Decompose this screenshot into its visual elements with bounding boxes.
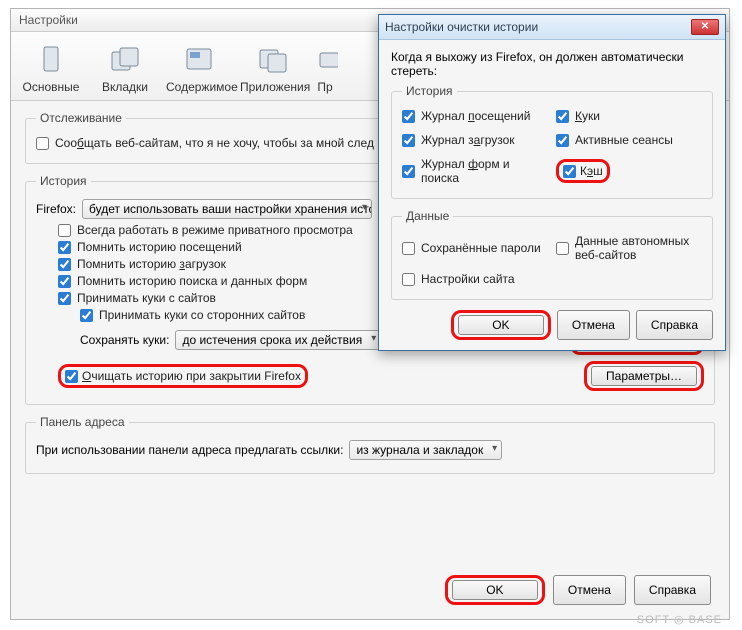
dialog-help-button[interactable]: Справка (636, 310, 713, 340)
tab-general[interactable]: Основные (15, 38, 87, 100)
cb-offline[interactable] (556, 242, 569, 255)
cb-passwords[interactable] (402, 242, 415, 255)
highlight-main-ok: OK (445, 575, 545, 605)
private-mode-label: Всегда работать в режиме приватного прос… (77, 223, 353, 237)
remember-forms-checkbox[interactable] (58, 275, 71, 288)
history-legend: История (36, 174, 91, 188)
watermark: SOFT ◎ BASE (637, 613, 722, 626)
thirdparty-cookies-checkbox[interactable] (80, 309, 93, 322)
clear-settings-button[interactable]: Параметры… (591, 366, 697, 386)
highlight-clear-on-close: Очищать историю при закрытии Firefox (58, 364, 308, 388)
tab-label: Основные (18, 80, 84, 94)
tab-content[interactable]: Содержимое (163, 38, 235, 100)
tab-label: Пр (314, 80, 336, 94)
highlight-dialog-ok: OK (451, 310, 551, 340)
tab-apps[interactable]: Приложения (237, 38, 309, 100)
tab-label: Вкладки (92, 80, 158, 94)
privacy-icon (314, 43, 339, 75)
main-footer-buttons: OK Отмена Справка (445, 575, 711, 605)
do-not-track-checkbox[interactable] (36, 137, 49, 150)
main-ok-button[interactable]: OK (452, 580, 538, 600)
clear-on-close-label: Очищать историю при закрытии Firefox (82, 369, 301, 383)
dialog-intro: Когда я выхожу из Firefox, он должен авт… (391, 50, 713, 78)
thirdparty-cookies-label: Принимать куки со сторонних сайтов (99, 308, 305, 322)
remember-visits-checkbox[interactable] (58, 241, 71, 254)
apps-icon (257, 43, 289, 75)
clear-on-close-checkbox[interactable] (65, 370, 78, 383)
cb-sessions[interactable] (556, 134, 569, 147)
tabs-icon (109, 43, 141, 75)
highlight-params-btn: Параметры… (584, 361, 704, 391)
cb-forms[interactable] (402, 165, 415, 178)
cb-downloads[interactable] (402, 134, 415, 147)
remember-visits-label: Помнить историю посещений (77, 240, 242, 254)
highlight-cache: Кэш (556, 159, 610, 183)
dialog-buttons: OK Отмена Справка (391, 310, 713, 340)
dialog-body: Когда я выхожу из Firefox, он должен авт… (379, 40, 725, 350)
lbl-siteprefs: Настройки сайта (421, 272, 515, 286)
cb-visits[interactable] (402, 110, 415, 123)
dialog-titlebar: Настройки очистки истории ✕ (379, 15, 725, 40)
history-mode-select[interactable]: будет использовать ваши настройки хранен… (82, 199, 372, 219)
cb-cache[interactable] (563, 165, 576, 178)
lbl-downloads: Журнал загрузок (421, 133, 515, 147)
suggest-select[interactable]: из журнала и закладок (349, 440, 502, 460)
lbl-passwords: Сохранённые пароли (421, 241, 541, 255)
content-icon (183, 43, 215, 75)
dialog-title-text: Настройки очистки истории (385, 20, 538, 34)
close-icon[interactable]: ✕ (691, 19, 719, 35)
remember-downloads-label: Помнить историю загрузок (77, 257, 226, 271)
remember-forms-label: Помнить историю поиска и данных форм (77, 274, 307, 288)
lbl-offline: Данные автономных веб-сайтов (575, 234, 702, 262)
dialog-history-group: История Журнал посещений Куки Журнал заг… (391, 84, 713, 199)
cb-cookies[interactable] (556, 110, 569, 123)
do-not-track-label: Сообщать веб-сайтам, что я не хочу, чтоб… (55, 136, 374, 150)
lbl-cookies: Куки (575, 109, 600, 123)
suggest-label: При использовании панели адреса предлага… (36, 443, 343, 457)
tab-tabs[interactable]: Вкладки (89, 38, 161, 100)
tab-privacy-cut[interactable]: Пр (311, 38, 339, 100)
lbl-cache: Кэш (580, 164, 603, 178)
tracking-legend: Отслеживание (36, 111, 126, 125)
keep-cookies-select[interactable]: до истечения срока их действия (175, 330, 381, 350)
addressbar-legend: Панель адреса (36, 415, 129, 429)
remember-downloads-checkbox[interactable] (58, 258, 71, 271)
main-cancel-button[interactable]: Отмена (553, 575, 626, 605)
dialog-ok-button[interactable]: OK (458, 315, 544, 335)
addressbar-group: Панель адреса При использовании панели а… (25, 415, 715, 474)
tab-label: Содержимое (166, 80, 232, 94)
general-icon (35, 43, 67, 75)
main-help-button[interactable]: Справка (634, 575, 711, 605)
dialog-data-legend: Данные (402, 209, 453, 223)
tab-label: Приложения (240, 80, 306, 94)
cb-siteprefs[interactable] (402, 273, 415, 286)
clear-history-dialog: Настройки очистки истории ✕ Когда я выхо… (378, 14, 726, 351)
firefox-label: Firefox: (36, 202, 76, 216)
private-mode-checkbox[interactable] (58, 224, 71, 237)
keep-cookies-label: Сохранять куки: (80, 333, 169, 347)
lbl-visits: Журнал посещений (421, 109, 530, 123)
dialog-data-group: Данные Сохранённые пароли Данные автоном… (391, 209, 713, 300)
lbl-forms: Журнал форм и поиска (421, 157, 548, 185)
accept-cookies-checkbox[interactable] (58, 292, 71, 305)
accept-cookies-label: Принимать куки с сайтов (77, 291, 216, 305)
dialog-cancel-button[interactable]: Отмена (557, 310, 630, 340)
dialog-history-legend: История (402, 84, 457, 98)
lbl-sessions: Активные сеансы (575, 133, 673, 147)
